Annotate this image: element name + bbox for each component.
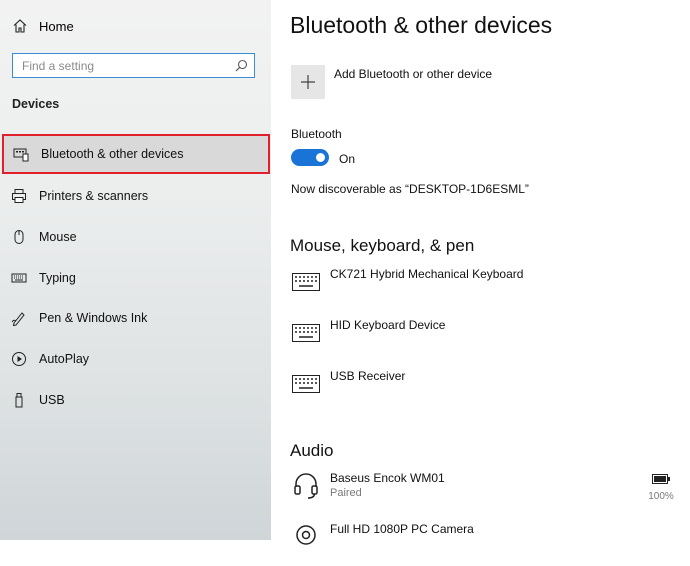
- main-content: Bluetooth & other devices Add Bluetooth …: [271, 0, 690, 545]
- sidebar-item-autoplay[interactable]: AutoPlay: [0, 339, 271, 379]
- sidebar-item-pen[interactable]: Pen & Windows Ink: [0, 298, 271, 338]
- sidebar-item-printers[interactable]: Printers & scanners: [0, 176, 271, 216]
- home-label: Home: [39, 18, 74, 34]
- bluetooth-devices-icon: [13, 146, 29, 162]
- discoverable-text: Now discoverable as “DESKTOP-1D6ESML”: [291, 182, 529, 196]
- battery-indicator: 100%: [641, 471, 681, 502]
- keyboard-icon: [291, 369, 321, 399]
- sidebar-item-bluetooth[interactable]: Bluetooth & other devices: [2, 134, 270, 174]
- device-item[interactable]: Full HD 1080P PC Camera: [291, 522, 681, 566]
- sidebar-item-label: Pen & Windows Ink: [39, 311, 148, 325]
- sidebar-item-label: USB: [39, 393, 65, 407]
- device-name: Full HD 1080P PC Camera: [330, 522, 474, 536]
- section-mouse-keyboard-pen: Mouse, keyboard, & pen: [290, 236, 475, 255]
- search-box[interactable]: [12, 53, 255, 78]
- device-status: Paired: [330, 487, 362, 499]
- bluetooth-label: Bluetooth: [291, 127, 342, 141]
- device-item[interactable]: HID Keyboard Device: [291, 318, 681, 362]
- mouse-icon: [11, 229, 27, 245]
- device-name: CK721 Hybrid Mechanical Keyboard: [330, 267, 524, 281]
- keyboard-icon: [291, 267, 321, 297]
- device-item[interactable]: CK721 Hybrid Mechanical Keyboard: [291, 267, 681, 311]
- sidebar-item-label: Printers & scanners: [39, 189, 149, 203]
- device-name: USB Receiver: [330, 369, 406, 383]
- sidebar-item-mouse[interactable]: Mouse: [0, 217, 271, 257]
- keyboard-icon: [291, 318, 321, 348]
- printer-icon: [11, 188, 27, 204]
- sidebar-item-label: Typing: [39, 271, 76, 285]
- settings-sidebar: Home Devices Bluetooth & other devices P…: [0, 0, 271, 540]
- battery-icon: [652, 474, 670, 484]
- headset-icon: [291, 471, 321, 501]
- page-title: Bluetooth & other devices: [290, 12, 553, 38]
- sidebar-item-typing[interactable]: Typing: [0, 258, 271, 298]
- search-icon[interactable]: [235, 59, 248, 72]
- pen-icon: [11, 310, 27, 326]
- bluetooth-state: On: [339, 152, 356, 166]
- sidebar-item-label: Mouse: [39, 230, 77, 244]
- device-item[interactable]: USB Receiver: [291, 369, 681, 413]
- webcam-icon: [291, 522, 321, 552]
- device-name: HID Keyboard Device: [330, 318, 446, 332]
- home-nav-item[interactable]: Home: [12, 16, 74, 36]
- battery-percent: 100%: [648, 491, 674, 502]
- search-input[interactable]: [13, 54, 232, 77]
- sidebar-item-label: Bluetooth & other devices: [41, 147, 184, 161]
- device-item[interactable]: Baseus Encok WM01 Paired 100%: [291, 471, 681, 515]
- home-icon: [13, 19, 27, 33]
- sidebar-item-usb[interactable]: USB: [0, 380, 271, 420]
- add-device-button[interactable]: [291, 65, 325, 99]
- usb-icon: [11, 392, 27, 408]
- sidebar-item-label: AutoPlay: [39, 352, 90, 366]
- add-device-label[interactable]: Add Bluetooth or other device: [334, 67, 492, 81]
- keyboard-icon: [11, 270, 27, 286]
- autoplay-icon: [11, 351, 27, 367]
- plus-icon: [301, 75, 315, 89]
- section-title-devices: Devices: [12, 97, 60, 111]
- bluetooth-toggle[interactable]: [291, 149, 329, 166]
- section-audio: Audio: [290, 441, 334, 460]
- device-name: Baseus Encok WM01: [330, 471, 445, 485]
- toggle-knob: [316, 153, 325, 162]
